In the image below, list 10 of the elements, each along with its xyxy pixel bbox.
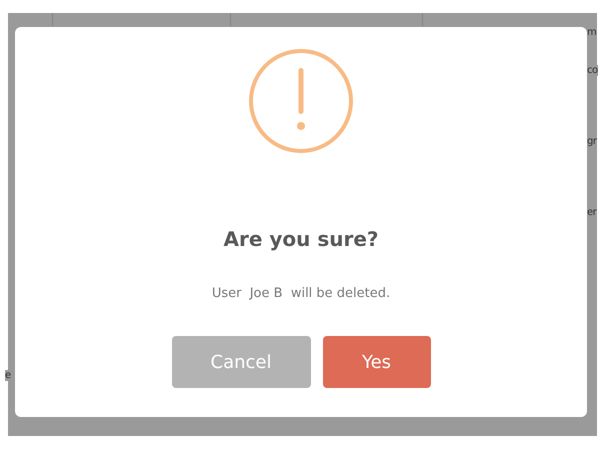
dialog-title: Are you sure? xyxy=(223,226,379,252)
dialog-message: User Joe B will be deleted. xyxy=(212,285,390,303)
confirm-button[interactable]: Yes xyxy=(322,336,430,388)
cancel-button[interactable]: Cancel xyxy=(172,336,310,388)
warning-icon xyxy=(248,48,354,154)
background-text: gr xyxy=(587,136,596,147)
background-text: co xyxy=(587,65,598,76)
background-text: m xyxy=(587,27,596,38)
background-text: e xyxy=(5,370,11,381)
background-text: er xyxy=(587,207,596,218)
